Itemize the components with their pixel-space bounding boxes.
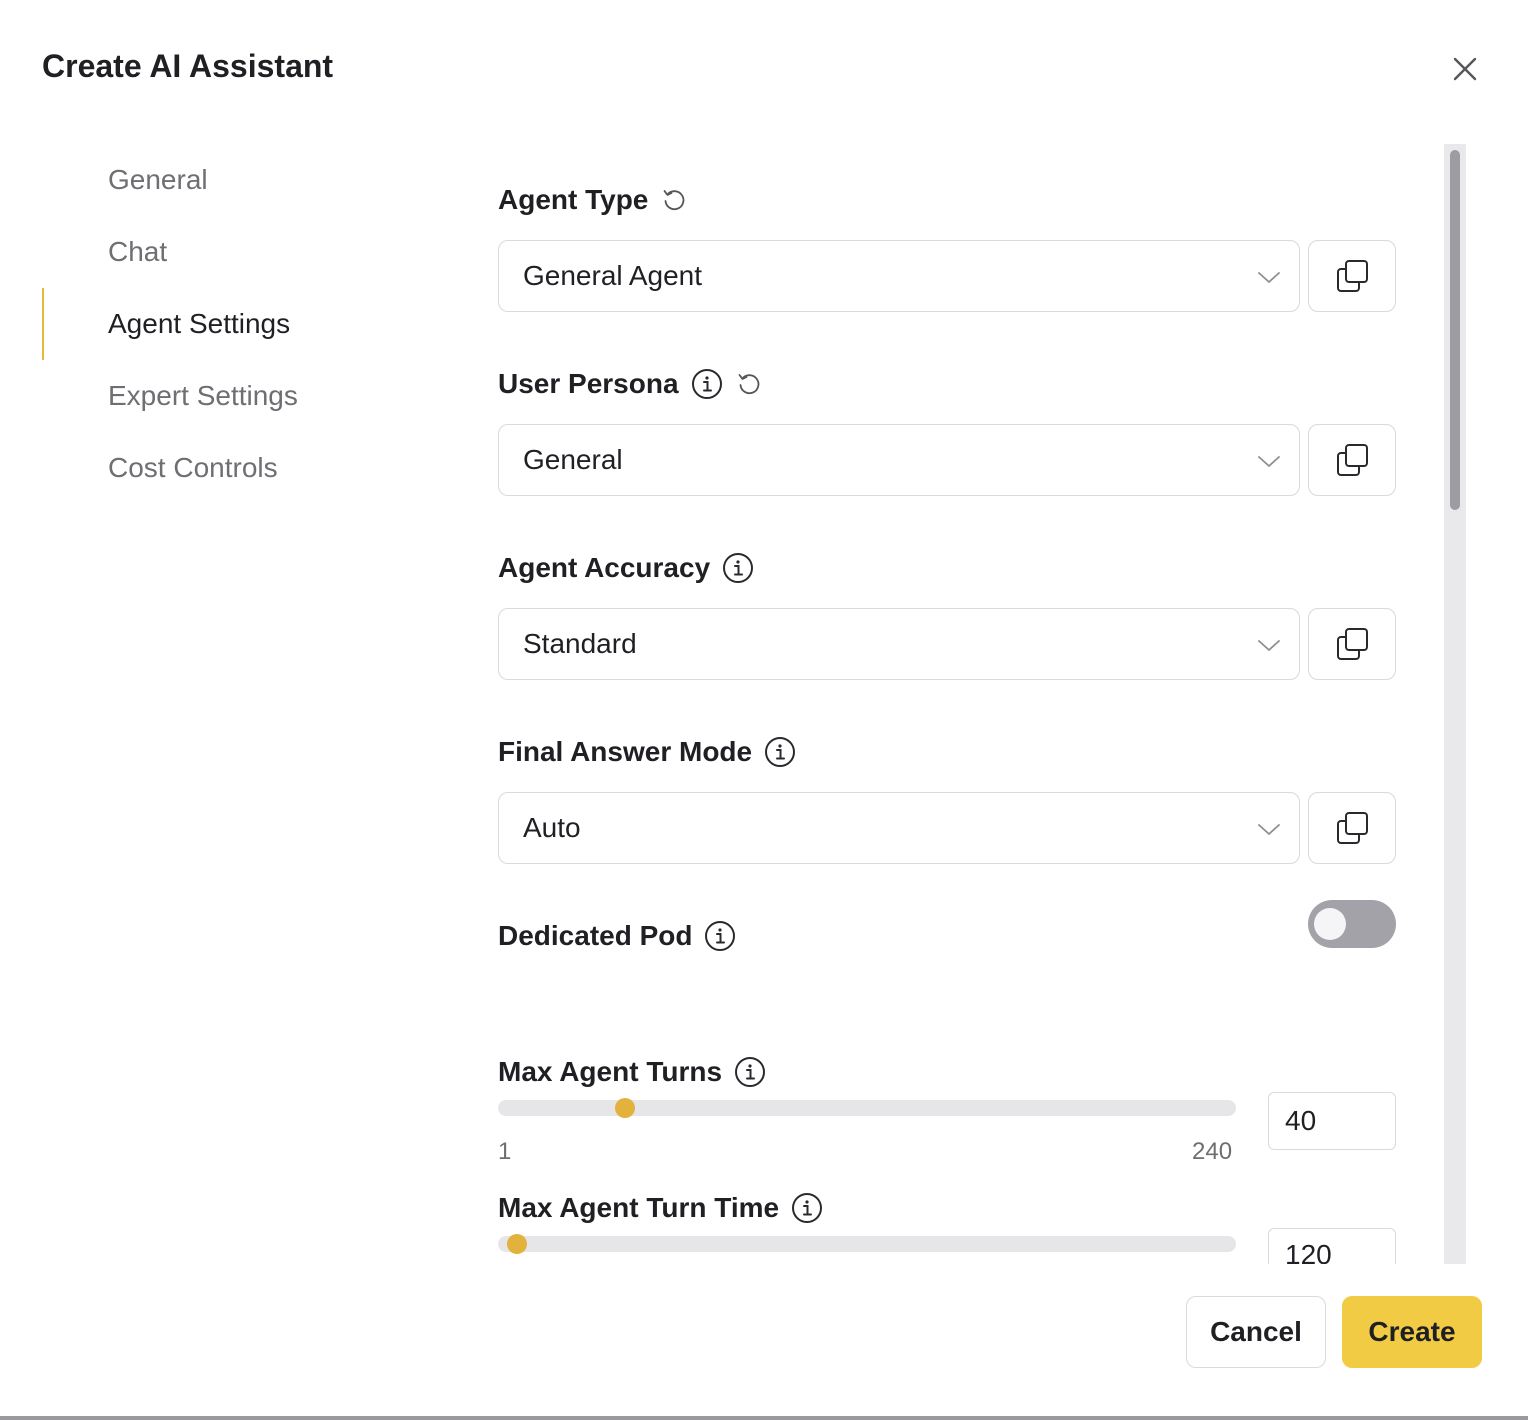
info-icon[interactable]: [791, 1192, 823, 1224]
user-persona-copy-button[interactable]: [1308, 424, 1396, 496]
chevron-down-icon: [1258, 272, 1280, 283]
agent-type-copy-button[interactable]: [1308, 240, 1396, 312]
close-button[interactable]: [1448, 52, 1482, 86]
max-agent-turn-time-slider[interactable]: [498, 1234, 1236, 1254]
copy-icon: [1337, 812, 1368, 844]
max-agent-turns-label: Max Agent Turns: [498, 1056, 723, 1087]
copy-icon: [1337, 444, 1368, 476]
agent-accuracy-value: Standard: [523, 628, 637, 659]
max-agent-turn-time-label: Max Agent Turn Time: [498, 1192, 780, 1223]
reset-icon: [663, 190, 685, 211]
agent-accuracy-label: Agent Accuracy: [498, 552, 711, 583]
slider-min-label: 1: [498, 1138, 512, 1165]
final-answer-mode-field: Final Answer Mode Auto: [498, 732, 1396, 864]
info-icon[interactable]: [691, 368, 723, 400]
max-agent-turns-value: 40: [1285, 1105, 1317, 1136]
max-agent-turn-time-field: Max Agent Turn Time 120: [498, 1188, 1396, 1264]
agent-type-field: Agent Type General Agent: [498, 180, 1396, 312]
agent-type-select[interactable]: General Agent: [498, 240, 1300, 312]
copy-icon: [1337, 628, 1368, 660]
max-agent-turns-input[interactable]: 40: [1268, 1092, 1396, 1150]
content-scrollbar[interactable]: [1444, 144, 1466, 1264]
info-icon[interactable]: [764, 736, 796, 768]
window-bottom-edge: [0, 1416, 1528, 1420]
final-answer-mode-copy-button[interactable]: [1308, 792, 1396, 864]
agent-accuracy-copy-button[interactable]: [1308, 608, 1396, 680]
dedicated-pod-toggle[interactable]: [1308, 900, 1396, 948]
chevron-down-icon: [1258, 456, 1280, 467]
copy-icon: [1337, 260, 1368, 292]
max-agent-turn-time-value: 120: [1285, 1239, 1332, 1264]
info-icon[interactable]: [722, 552, 754, 584]
final-answer-mode-value: Auto: [523, 812, 581, 843]
slider-max-label: 240: [1192, 1138, 1233, 1165]
reset-icon: [738, 374, 759, 395]
agent-accuracy-field: Agent Accuracy Standard: [498, 548, 1396, 680]
dedicated-pod-label: Dedicated Pod: [498, 920, 693, 951]
max-agent-turns-field: Max Agent Turns 1 240 40: [498, 1052, 1396, 1165]
settings-content: Agent Type General Agent User Persona Ge…: [0, 140, 1440, 1264]
max-agent-turns-slider[interactable]: [498, 1098, 1236, 1118]
chevron-down-icon: [1258, 824, 1280, 835]
user-persona-field: User Persona General: [498, 364, 1396, 496]
final-answer-mode-select[interactable]: Auto: [498, 792, 1300, 864]
create-button[interactable]: Create: [1342, 1296, 1482, 1368]
user-persona-select[interactable]: General: [498, 424, 1300, 496]
dialog-title: Create AI Assistant: [42, 48, 334, 84]
slider-thumb[interactable]: [507, 1234, 527, 1254]
info-icon[interactable]: [704, 920, 736, 952]
user-persona-reset-button[interactable]: [735, 370, 763, 398]
close-icon: [1453, 57, 1477, 81]
toggle-knob: [1314, 908, 1346, 940]
user-persona-value: General: [523, 444, 623, 475]
max-agent-turn-time-input[interactable]: 120: [1268, 1228, 1396, 1264]
dedicated-pod-field: Dedicated Pod: [498, 900, 1396, 956]
info-icon[interactable]: [734, 1056, 766, 1088]
final-answer-mode-label: Final Answer Mode: [498, 736, 753, 767]
scrollbar-thumb[interactable]: [1450, 150, 1460, 510]
agent-type-value: General Agent: [523, 260, 703, 291]
user-persona-label: User Persona: [498, 368, 679, 399]
agent-type-reset-button[interactable]: [660, 186, 688, 214]
agent-accuracy-select[interactable]: Standard: [498, 608, 1300, 680]
cancel-button[interactable]: Cancel: [1186, 1296, 1326, 1368]
slider-thumb[interactable]: [615, 1098, 635, 1118]
chevron-down-icon: [1258, 640, 1280, 651]
agent-type-label: Agent Type: [498, 184, 649, 215]
